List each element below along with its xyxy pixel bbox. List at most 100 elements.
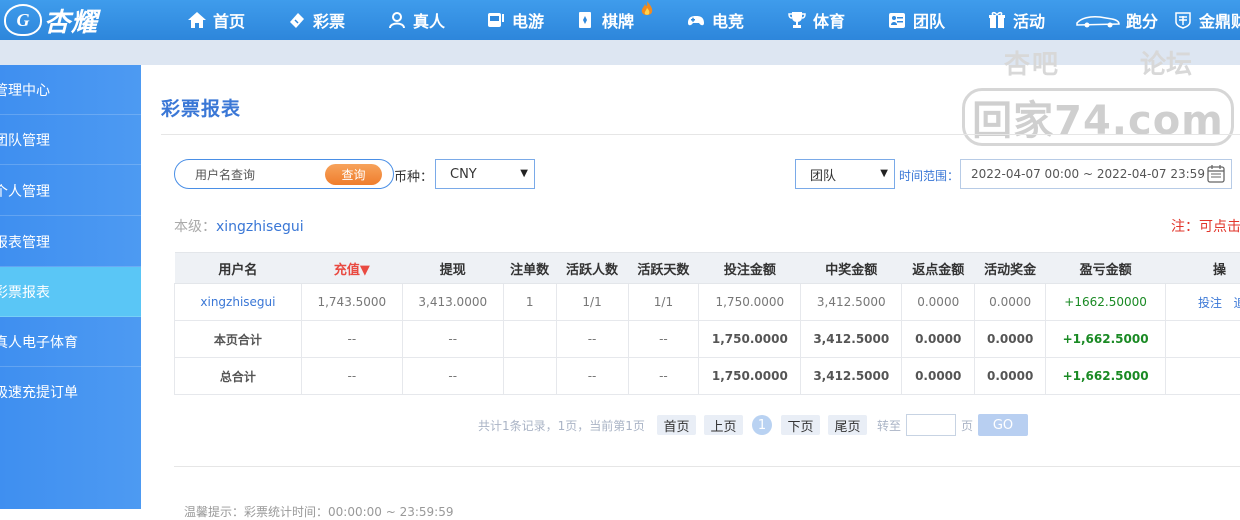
current-page-number[interactable]: 1: [752, 415, 772, 435]
cell-win: 3,412.5000: [801, 358, 902, 395]
nav-lottery[interactable]: 彩票: [287, 0, 345, 40]
col-profit: 盈亏金额: [1046, 253, 1166, 284]
cell-actions: [1166, 358, 1240, 395]
cell-active-days: 1/1: [628, 284, 699, 321]
sidebar-item-label: 报表管理: [0, 232, 50, 252]
tip-text: 温馨提示：彩票统计时间：00:00:00 ~ 23:59:59: [184, 503, 453, 520]
bet-link[interactable]: 投注: [1198, 296, 1222, 310]
currency-select-value: CNY: [450, 167, 477, 182]
col-rebate: 返点金额: [902, 253, 975, 284]
nav-sports-label: 体育: [813, 8, 845, 32]
cell-active-users: --: [556, 358, 628, 395]
nav-racing[interactable]: 跑分: [1076, 0, 1158, 40]
slot-icon: [486, 10, 506, 30]
cell-orders: 1: [503, 284, 556, 321]
scope-select[interactable]: 团队 ▼: [795, 159, 895, 189]
cell-recharge: --: [301, 321, 402, 358]
nav-jinding[interactable]: 金鼎财: [1173, 0, 1240, 40]
nav-jinding-label: 金鼎财: [1199, 8, 1240, 32]
sidebar-item-management-center[interactable]: 管理中心: [0, 65, 141, 115]
nav-home[interactable]: 首页: [187, 0, 245, 40]
cell-actions: 投注 追: [1166, 284, 1240, 321]
sidebar-item-report-management[interactable]: 报表管理: [0, 217, 141, 267]
col-withdraw: 提现: [402, 253, 503, 284]
watermark-top-left: 杏吧: [1004, 44, 1060, 81]
col-active-users: 活跃人数: [556, 253, 628, 284]
cell-actions: [1166, 321, 1240, 358]
username-search-input[interactable]: [195, 166, 315, 184]
cell-profit: +1,662.5000: [1046, 358, 1166, 395]
date-range-input[interactable]: 2022-04-07 00:00 ~ 2022-04-07 23:59: [960, 159, 1232, 189]
current-level-value[interactable]: xingzhisegui: [216, 219, 304, 235]
hot-fire-icon: [640, 0, 654, 18]
nav-promotions[interactable]: 活动: [987, 0, 1045, 40]
nav-team-label: 团队: [913, 8, 945, 32]
sidebar-item-lottery-report[interactable]: 彩票报表: [0, 267, 141, 317]
cell-active-users: 1/1: [556, 284, 628, 321]
go-button[interactable]: GO: [978, 414, 1028, 436]
cell-recharge: 1,743.5000: [301, 284, 402, 321]
top-nav: G 杏耀 首页 彩票 真人 电游 棋牌 电竞 体育 团队 活动 跑分: [0, 0, 1240, 40]
jump-page-input[interactable]: [906, 414, 956, 436]
cell-active-days: --: [628, 321, 699, 358]
nav-team[interactable]: 团队: [887, 0, 945, 40]
dropdown-arrow-icon: ▼: [520, 168, 528, 179]
calendar-icon[interactable]: [1205, 163, 1227, 185]
next-page-button[interactable]: 下页: [781, 415, 820, 435]
sidebar-item-live-electronic-sports[interactable]: 真人电子体育: [0, 317, 141, 367]
col-recharge-sort[interactable]: 充值▼: [301, 253, 402, 284]
last-page-button[interactable]: 尾页: [828, 415, 867, 435]
first-page-button[interactable]: 首页: [657, 415, 696, 435]
nav-live[interactable]: 真人: [387, 0, 445, 40]
prev-page-button[interactable]: 上页: [704, 415, 743, 435]
nav-racing-label: 跑分: [1126, 8, 1158, 32]
nav-promotions-label: 活动: [1013, 8, 1045, 32]
nav-esports[interactable]: 电竞: [686, 0, 744, 40]
emblem-icon: [1173, 10, 1193, 30]
nav-sports[interactable]: 体育: [787, 0, 845, 40]
divider: [174, 466, 1240, 467]
nav-live-label: 真人: [413, 8, 445, 32]
cell-bonus: 0.0000: [975, 321, 1046, 358]
sidebar-item-team-management[interactable]: 团队管理: [0, 115, 141, 165]
chase-link[interactable]: 追: [1234, 296, 1240, 310]
sidebar-item-label: 个人管理: [0, 181, 50, 201]
nav-slots[interactable]: 电游: [486, 0, 544, 40]
sidebar: 管理中心 团队管理 个人管理 报表管理 彩票报表 真人电子体育 极速充提订单: [0, 65, 141, 509]
sidebar-item-personal-management[interactable]: 个人管理: [0, 166, 141, 216]
watermark-site: 回家74.com: [962, 88, 1234, 146]
cell-win: 3,412.5000: [801, 284, 902, 321]
cell-rebate: 0.0000: [902, 358, 975, 395]
report-table: 用户名 充值▼ 提现 注单数 活跃人数 活跃天数 投注金额 中奖金额 返点金额 …: [174, 252, 1240, 395]
dropdown-arrow-icon: ▼: [880, 168, 888, 179]
sidebar-item-label: 团队管理: [0, 130, 50, 150]
currency-select[interactable]: CNY ▼: [435, 159, 535, 189]
cell-rebate: 0.0000: [902, 321, 975, 358]
col-win-amount: 中奖金额: [801, 253, 902, 284]
forum-watermark: 杏吧 论坛 回家74.com: [962, 44, 1234, 148]
gamepad-icon: [686, 10, 706, 30]
logo-text: 杏耀: [44, 2, 98, 39]
home-icon: [187, 10, 207, 30]
table-header-row: 用户名 充值▼ 提现 注单数 活跃人数 活跃天数 投注金额 中奖金额 返点金额 …: [175, 253, 1240, 284]
table-row-page-total: 本页合计 -- -- -- -- 1,750.0000 3,412.5000 0…: [175, 321, 1240, 358]
cell-username[interactable]: xingzhisegui: [175, 284, 302, 321]
cell-bet: 1,750.0000: [699, 284, 801, 321]
search-button[interactable]: 查询: [325, 164, 382, 185]
table-row-grand-total: 总合计 -- -- -- -- 1,750.0000 3,412.5000 0.…: [175, 358, 1240, 395]
nav-home-label: 首页: [213, 8, 245, 32]
team-icon: [887, 10, 907, 30]
sidebar-item-fast-deposit-orders[interactable]: 极速充提订单: [0, 367, 141, 417]
cell-withdraw: --: [402, 321, 503, 358]
col-bet-amount: 投注金额: [699, 253, 801, 284]
gift-icon: [987, 10, 1007, 30]
cell-withdraw: --: [402, 358, 503, 395]
cell-total-label: 总合计: [175, 358, 302, 395]
cell-total-label: 本页合计: [175, 321, 302, 358]
pagination-summary: 共计1条记录，1页，当前第1页: [478, 415, 645, 435]
nav-chess[interactable]: 棋牌: [576, 0, 634, 40]
col-bonus: 活动奖金: [975, 253, 1046, 284]
sidebar-item-label: 彩票报表: [0, 282, 50, 302]
watermark-top-right: 论坛: [1140, 44, 1192, 81]
brand-logo[interactable]: G 杏耀: [4, 2, 98, 38]
